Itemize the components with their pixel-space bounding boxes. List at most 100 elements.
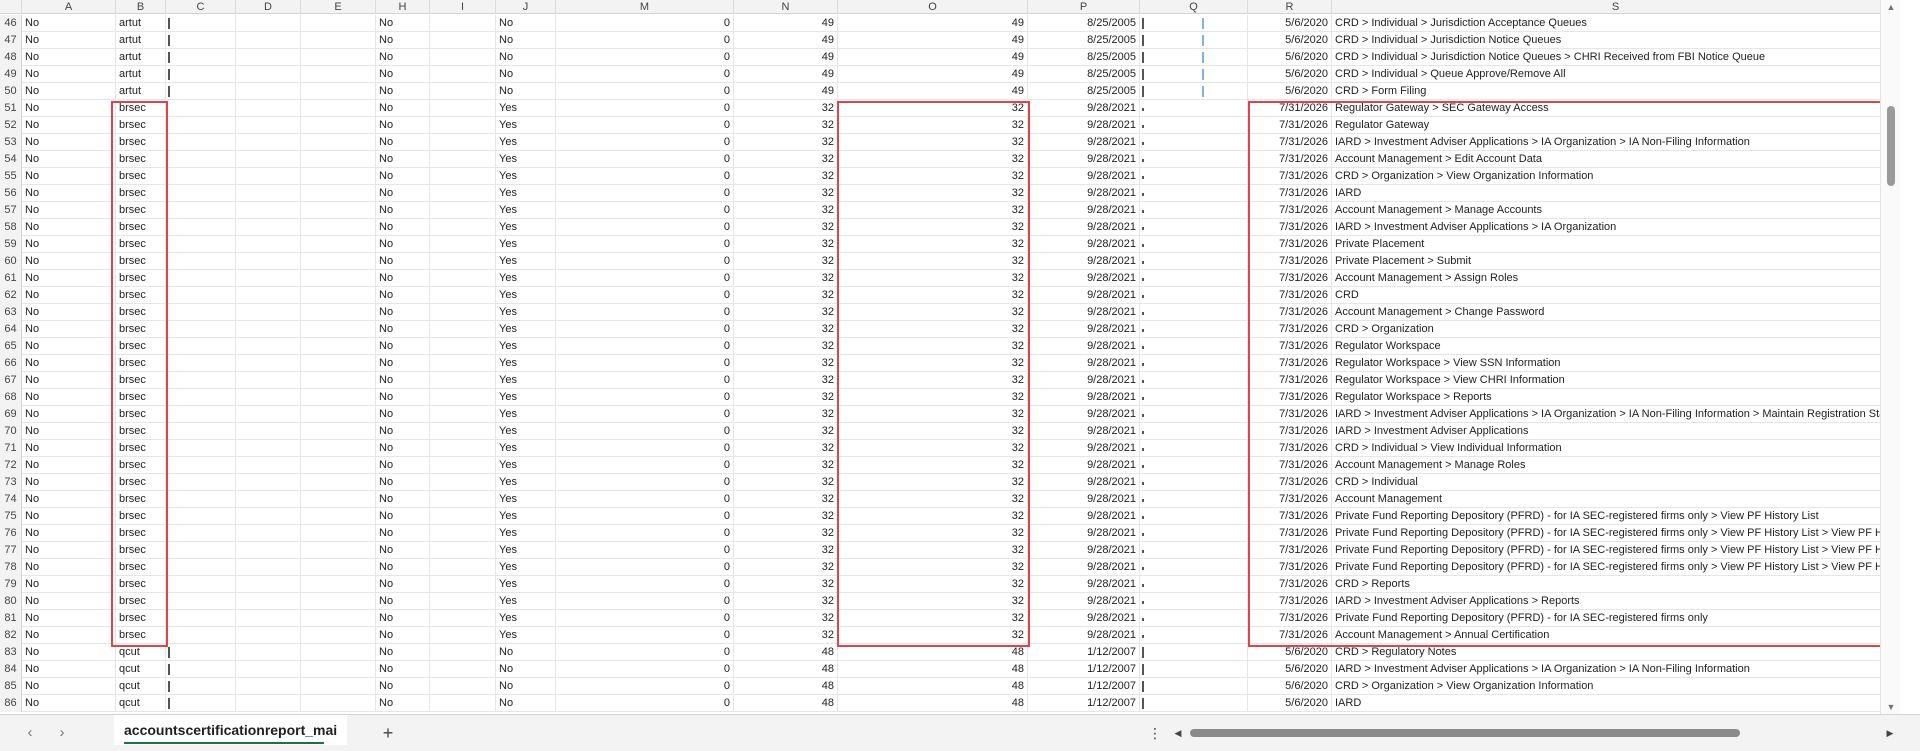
cell-i[interactable] (430, 321, 496, 338)
cell-n[interactable]: 32 (734, 525, 838, 542)
cell-n[interactable]: 49 (734, 15, 838, 32)
cell-e[interactable] (301, 423, 376, 440)
cell-c[interactable] (166, 559, 236, 576)
row-number[interactable]: 48 (0, 49, 22, 66)
cell-e[interactable] (301, 66, 376, 83)
cell-c[interactable] (166, 695, 236, 712)
cell-m[interactable]: 0 (556, 491, 734, 508)
row-number[interactable]: 79 (0, 576, 22, 593)
cell-r[interactable]: 7/31/2026 (1248, 372, 1332, 389)
cell-a[interactable]: No (22, 559, 116, 576)
cell-j[interactable]: Yes (496, 236, 556, 253)
cell-r[interactable]: 7/31/2026 (1248, 559, 1332, 576)
cell-b[interactable]: artut (116, 83, 166, 100)
column-header-o[interactable]: O (838, 0, 1028, 14)
cell-n[interactable]: 32 (734, 576, 838, 593)
cell-q[interactable] (1140, 185, 1248, 202)
cell-h[interactable]: No (376, 542, 430, 559)
cell-h[interactable]: No (376, 32, 430, 49)
cell-q[interactable] (1140, 491, 1248, 508)
cell-q[interactable] (1140, 355, 1248, 372)
cell-o[interactable]: 32 (838, 355, 1028, 372)
cell-q[interactable] (1140, 32, 1248, 49)
scroll-right-arrow-icon[interactable]: ▶ (1882, 726, 1898, 740)
cell-o[interactable]: 32 (838, 593, 1028, 610)
cell-e[interactable] (301, 491, 376, 508)
column-header-d[interactable]: D (236, 0, 301, 14)
cell-d[interactable] (236, 151, 301, 168)
cell-o[interactable]: 32 (838, 508, 1028, 525)
cell-d[interactable] (236, 389, 301, 406)
cell-m[interactable]: 0 (556, 66, 734, 83)
cell-m[interactable]: 0 (556, 304, 734, 321)
cell-r[interactable]: 5/6/2020 (1248, 83, 1332, 100)
cell-c[interactable] (166, 491, 236, 508)
cell-b[interactable]: brsec (116, 202, 166, 219)
cell-n[interactable]: 32 (734, 389, 838, 406)
cell-q[interactable] (1140, 202, 1248, 219)
row-number[interactable]: 74 (0, 491, 22, 508)
column-header-q[interactable]: Q (1140, 0, 1248, 14)
cell-q[interactable] (1140, 287, 1248, 304)
row-number[interactable]: 58 (0, 219, 22, 236)
cell-a[interactable]: No (22, 321, 116, 338)
cell-p[interactable]: 9/28/2021 (1028, 457, 1140, 474)
row-number[interactable]: 63 (0, 304, 22, 321)
cell-s[interactable]: CRD > Individual > Jurisdiction Notice Q… (1332, 32, 1900, 49)
sheet-tab-active[interactable]: accountscertificationreport_mai (114, 715, 348, 745)
cell-n[interactable]: 32 (734, 253, 838, 270)
cell-o[interactable]: 32 (838, 338, 1028, 355)
cell-s[interactable]: Account Management > Annual Certificatio… (1332, 627, 1900, 644)
cell-s[interactable]: CRD > Organization (1332, 321, 1900, 338)
cell-n[interactable]: 32 (734, 338, 838, 355)
cell-d[interactable] (236, 168, 301, 185)
scroll-left-arrow-icon[interactable]: ◀ (1170, 726, 1186, 740)
cell-c[interactable] (166, 185, 236, 202)
cell-a[interactable]: No (22, 253, 116, 270)
cell-a[interactable]: No (22, 678, 116, 695)
cell-n[interactable]: 32 (734, 134, 838, 151)
cell-a[interactable]: No (22, 508, 116, 525)
cell-j[interactable]: Yes (496, 440, 556, 457)
cell-j[interactable]: No (496, 695, 556, 712)
cell-m[interactable]: 0 (556, 508, 734, 525)
cell-p[interactable]: 9/28/2021 (1028, 202, 1140, 219)
cell-i[interactable] (430, 134, 496, 151)
cell-m[interactable]: 0 (556, 695, 734, 712)
cell-e[interactable] (301, 406, 376, 423)
cell-q[interactable] (1140, 219, 1248, 236)
cell-h[interactable]: No (376, 525, 430, 542)
previous-sheet-icon[interactable]: ‹ (20, 724, 40, 742)
cell-d[interactable] (236, 202, 301, 219)
cell-i[interactable] (430, 661, 496, 678)
cell-n[interactable]: 48 (734, 661, 838, 678)
cell-h[interactable]: No (376, 253, 430, 270)
cell-i[interactable] (430, 593, 496, 610)
cell-i[interactable] (430, 151, 496, 168)
cell-e[interactable] (301, 202, 376, 219)
cell-d[interactable] (236, 406, 301, 423)
cell-r[interactable]: 7/31/2026 (1248, 338, 1332, 355)
cell-n[interactable]: 32 (734, 440, 838, 457)
cell-b[interactable]: brsec (116, 372, 166, 389)
cell-s[interactable]: Private Fund Reporting Depository (PFRD)… (1332, 610, 1900, 627)
cell-s[interactable]: IARD > Investment Adviser Applications >… (1332, 134, 1900, 151)
cell-r[interactable]: 7/31/2026 (1248, 253, 1332, 270)
cell-q[interactable] (1140, 270, 1248, 287)
cell-m[interactable]: 0 (556, 457, 734, 474)
cell-d[interactable] (236, 457, 301, 474)
cell-c[interactable] (166, 474, 236, 491)
cell-s[interactable]: CRD > Reports (1332, 576, 1900, 593)
cell-h[interactable]: No (376, 406, 430, 423)
cell-c[interactable] (166, 406, 236, 423)
cell-c[interactable] (166, 151, 236, 168)
cell-p[interactable]: 9/28/2021 (1028, 134, 1140, 151)
cell-b[interactable]: brsec (116, 134, 166, 151)
cell-n[interactable]: 32 (734, 270, 838, 287)
cell-m[interactable]: 0 (556, 15, 734, 32)
cell-e[interactable] (301, 185, 376, 202)
horizontal-scroll-thumb[interactable] (1190, 729, 1740, 737)
cell-h[interactable]: No (376, 440, 430, 457)
cell-b[interactable]: brsec (116, 627, 166, 644)
cell-s[interactable]: Regulator Workspace > View CHRI Informat… (1332, 372, 1900, 389)
